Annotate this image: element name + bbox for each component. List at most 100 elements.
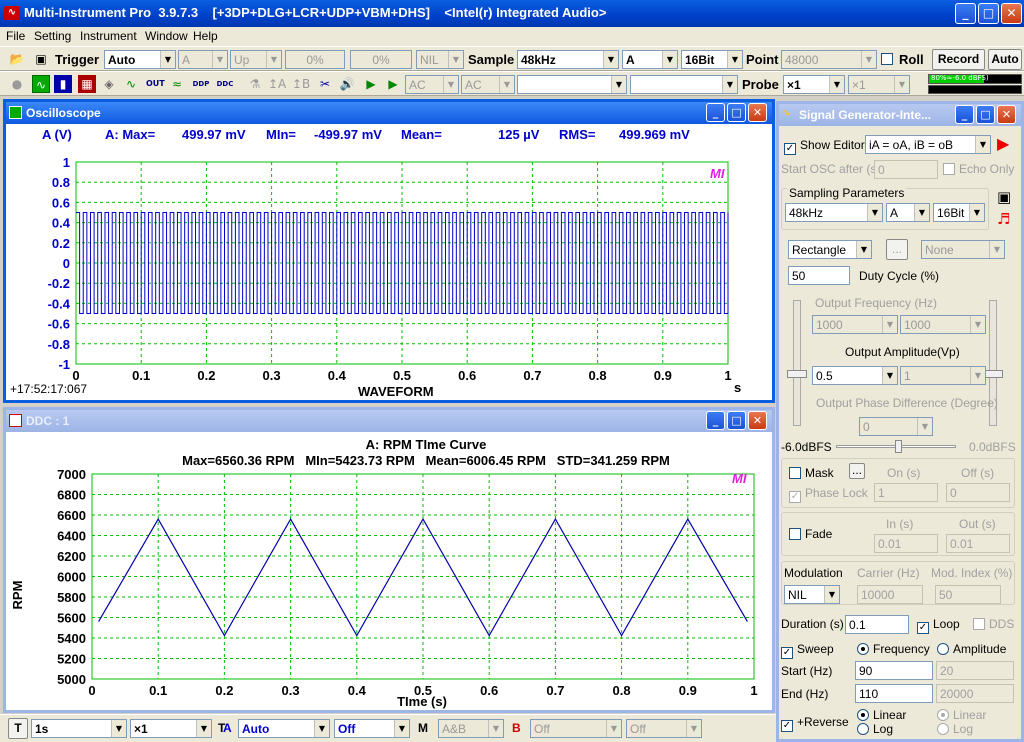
sweep-end-field[interactable]: 110: [855, 684, 933, 703]
waveform-select[interactable]: Rectangle ▼: [788, 240, 872, 259]
amplitude-b-select[interactable]: 1 ▼: [900, 366, 986, 385]
a-state-select[interactable]: Off ▼: [334, 719, 410, 738]
fade-checkbox[interactable]: [789, 528, 801, 540]
waveform-b-select[interactable]: None ▼: [921, 240, 1005, 259]
auto-button[interactable]: Auto: [988, 49, 1022, 70]
maximize-button[interactable]: □: [976, 105, 995, 124]
echo-only-checkbox[interactable]: [943, 163, 955, 175]
waveform-icon[interactable]: ≈: [168, 75, 186, 93]
frequency-a-select[interactable]: 1000 ▼: [812, 315, 898, 334]
dds-checkbox[interactable]: [973, 618, 985, 630]
duration-field[interactable]: 0.1: [845, 615, 909, 634]
roll-checkbox[interactable]: [881, 52, 897, 66]
m-mode-select[interactable]: A&B ▼: [438, 719, 504, 738]
a-range-select[interactable]: Auto ▼: [238, 719, 330, 738]
t-button[interactable]: T: [8, 718, 28, 739]
fade-out-field[interactable]: 0.01: [946, 534, 1010, 553]
app-titlebar[interactable]: ∿ Multi-Instrument Pro 3.9.7.3 [+3DP+DLG…: [0, 0, 1024, 27]
siggen-rate-select[interactable]: 48kHz ▼: [785, 203, 883, 222]
sweep-start-b-field[interactable]: 20: [936, 661, 1014, 680]
log-b-radio[interactable]: [937, 723, 949, 735]
oscilloscope-icon[interactable]: ∿: [32, 75, 50, 93]
tools-icon[interactable]: ✂: [316, 75, 334, 93]
sweep-frequency-radio[interactable]: [857, 643, 869, 655]
maximize-button[interactable]: □: [727, 411, 746, 430]
speaker-icon[interactable]: 🔊: [338, 75, 356, 93]
music-icon[interactable]: ♬: [997, 210, 1010, 228]
ddp-icon[interactable]: DDP: [192, 75, 210, 93]
output-icon[interactable]: OUT: [146, 75, 165, 93]
log-radio[interactable]: [857, 723, 869, 735]
siggen-titlebar[interactable]: ∿ Signal Generator-Inte... _ □ ✕: [779, 104, 1021, 126]
input-device-select[interactable]: ▼: [517, 75, 627, 94]
oscilloscope-titlebar[interactable]: Oscilloscope _ □ ✕: [6, 102, 772, 124]
siggen-channel-select[interactable]: A ▼: [886, 203, 930, 222]
point-count-select[interactable]: 48000 ▼: [781, 50, 877, 69]
sample-channel-select[interactable]: A ▼: [622, 50, 678, 69]
lab-icon[interactable]: ⚗: [246, 75, 264, 93]
open-folder-icon[interactable]: 📂: [8, 50, 26, 68]
fade-in-field[interactable]: 0.01: [874, 534, 938, 553]
ref-b-icon[interactable]: ↥B: [292, 75, 310, 93]
minimize-button[interactable]: _: [955, 3, 976, 24]
spectrogram-icon[interactable]: ▦: [78, 75, 96, 93]
run-generator-icon[interactable]: ▶: [997, 134, 1009, 153]
reverse-checkbox[interactable]: ✓: [781, 720, 793, 732]
trigger-slope-select[interactable]: Up ▼: [230, 50, 282, 69]
menu-window[interactable]: Window: [145, 29, 188, 43]
oscilloscope-chart[interactable]: A (V) A: Max= 499.97 mV MIn= -499.97 mV …: [6, 124, 772, 400]
linear-radio[interactable]: [857, 709, 869, 721]
record-button[interactable]: Record: [932, 49, 985, 70]
coupling-a-select[interactable]: AC ▼: [405, 75, 459, 94]
sweep-amplitude-radio[interactable]: [937, 643, 949, 655]
waveform-browse-button[interactable]: ...: [886, 239, 908, 260]
ddc-chart[interactable]: A: RPM TIme Curve Max=6560.36 RPM MIn=54…: [6, 432, 772, 710]
show-editor-checkbox[interactable]: ✓: [784, 143, 796, 155]
minimize-button[interactable]: _: [706, 411, 725, 430]
mask-checkbox[interactable]: [789, 467, 801, 479]
duty-cycle-field[interactable]: 50: [788, 266, 850, 285]
level-slider-thumb[interactable]: [895, 440, 902, 453]
menu-help[interactable]: Help: [193, 29, 218, 43]
nil-select[interactable]: NIL ▼: [416, 50, 464, 69]
input-line-select[interactable]: ▼: [630, 75, 738, 94]
carrier-field[interactable]: 10000: [857, 585, 923, 604]
sweep-start-field[interactable]: 90: [855, 661, 933, 680]
trigger-mode-select[interactable]: Auto ▼: [104, 50, 176, 69]
stop-icon[interactable]: ●: [8, 75, 26, 93]
maximize-button[interactable]: □: [727, 103, 746, 122]
play-record-icon[interactable]: ▶: [384, 75, 402, 93]
start-osc-field[interactable]: 0: [874, 160, 938, 179]
frequency-b-select[interactable]: 1000 ▼: [900, 315, 986, 334]
maximize-button[interactable]: □: [978, 3, 999, 24]
b-state-select[interactable]: Off ▼: [626, 719, 702, 738]
amplitude-slider-left[interactable]: [793, 300, 801, 426]
modulation-select[interactable]: NIL ▼: [784, 585, 840, 604]
level-slider[interactable]: [836, 440, 956, 453]
play-icon[interactable]: ▶: [362, 75, 380, 93]
probe-a-select[interactable]: ×1 ▼: [783, 75, 845, 94]
close-button[interactable]: ✕: [997, 105, 1016, 124]
b-range-select[interactable]: Off ▼: [530, 719, 622, 738]
pre-trigger-field[interactable]: 0%: [350, 50, 412, 69]
phase-difference-select[interactable]: 0 ▼: [859, 417, 933, 436]
save-icon[interactable]: ▣: [32, 50, 50, 68]
mask-on-field[interactable]: 1: [874, 483, 938, 502]
amplitude-a-select[interactable]: 0.5 ▼: [812, 366, 898, 385]
ddc-window[interactable]: DDC : 1 _ □ ✕ A: RPM TIme Curve Max=6560.3…: [3, 407, 775, 713]
minimize-button[interactable]: _: [706, 103, 725, 122]
close-button[interactable]: ✕: [748, 411, 767, 430]
coupling-b-select[interactable]: AC ▼: [461, 75, 515, 94]
mask-browse-button[interactable]: ...: [849, 463, 865, 479]
siggen-bits-select[interactable]: 16Bit ▼: [933, 203, 985, 222]
trigger-level-field[interactable]: 0%: [285, 50, 345, 69]
editor-expression-select[interactable]: iA = oA, iB = oB ▼: [865, 135, 991, 154]
sweep-checkbox[interactable]: ✓: [781, 647, 793, 659]
phase-lock-checkbox[interactable]: ✓: [789, 491, 801, 503]
signal-generator-panel[interactable]: ∿ Signal Generator-Inte... _ □ ✕ ✓ Show Edi…: [776, 101, 1024, 742]
close-button[interactable]: ✕: [748, 103, 767, 122]
generator-icon[interactable]: ∿: [122, 75, 140, 93]
menu-setting[interactable]: Setting: [34, 29, 71, 43]
save-icon[interactable]: ▣: [997, 188, 1011, 206]
ddc-icon[interactable]: DDC: [216, 75, 234, 93]
